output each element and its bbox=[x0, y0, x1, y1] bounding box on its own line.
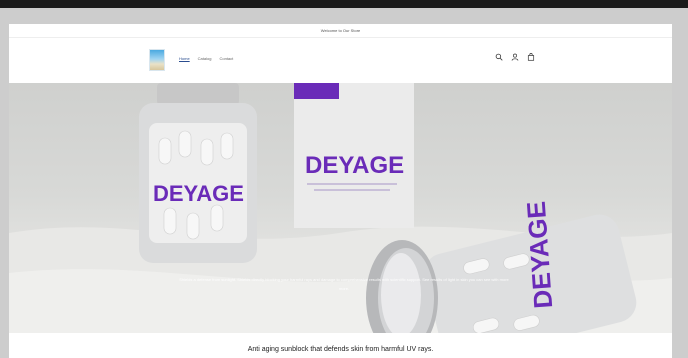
box-brand-text: DEYAGE bbox=[305, 152, 404, 179]
site-header: Home Catalog Contact bbox=[9, 38, 672, 82]
announcement-bar: Welcome to Our Store bbox=[9, 24, 672, 38]
nav-item-catalog[interactable]: Catalog bbox=[198, 56, 212, 61]
account-icon[interactable] bbox=[511, 53, 519, 61]
hero-caption: Shields a defense from sunlight. Shields… bbox=[179, 277, 509, 291]
hero-product-image: DEYAGE DEYAGE DEYAGE bbox=[9, 83, 672, 333]
hero-banner: DEYAGE DEYAGE DEYAGE Shields a defense f… bbox=[9, 83, 672, 333]
browser-top-border bbox=[0, 0, 688, 8]
lying-bottle-brand-text: DEYAGE bbox=[521, 200, 558, 309]
product-tagline: Anti aging sunblock that defends skin fr… bbox=[247, 346, 434, 353]
store-page: Welcome to Our Store Home Catalog Contac… bbox=[9, 24, 672, 358]
main-nav: Home Catalog Contact bbox=[179, 56, 233, 61]
bottle-brand-text: DEYAGE bbox=[153, 181, 244, 206]
nav-item-contact[interactable]: Contact bbox=[219, 56, 233, 61]
announcement-text: Welcome to Our Store bbox=[320, 28, 361, 33]
nav-item-home[interactable]: Home bbox=[179, 56, 190, 61]
store-logo[interactable] bbox=[149, 49, 165, 71]
header-icons bbox=[495, 53, 535, 61]
cart-icon[interactable] bbox=[527, 53, 535, 61]
search-icon[interactable] bbox=[495, 53, 503, 61]
